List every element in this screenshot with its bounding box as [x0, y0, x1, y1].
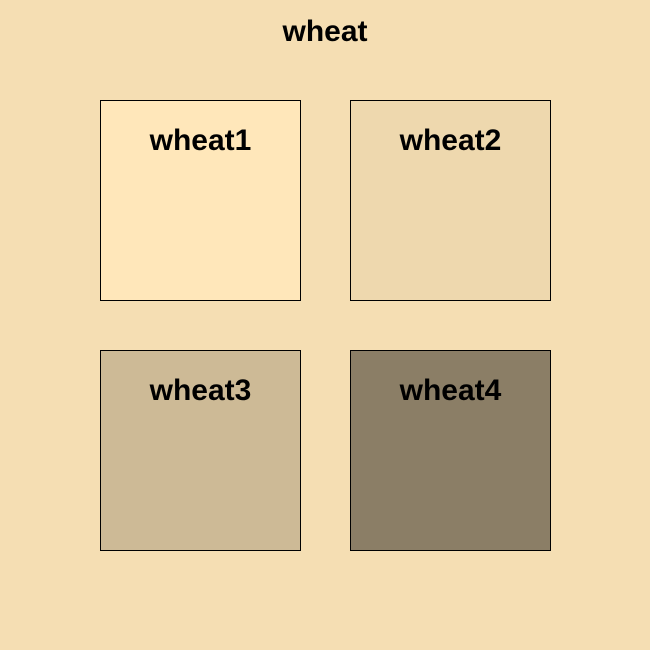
color-swatch-wheat4: wheat4	[350, 350, 551, 551]
page-title: wheat	[282, 15, 368, 48]
color-palette-page: { "page": { "title": "wheat", "backgroun…	[0, 0, 650, 650]
swatch-label: wheat1	[149, 124, 252, 157]
color-swatch-wheat1: wheat1	[100, 100, 301, 301]
swatch-label: wheat4	[399, 374, 502, 407]
color-swatch-wheat3: wheat3	[100, 350, 301, 551]
swatch-label: wheat3	[149, 374, 252, 407]
color-swatch-wheat2: wheat2	[350, 100, 551, 301]
swatch-label: wheat2	[399, 124, 502, 157]
